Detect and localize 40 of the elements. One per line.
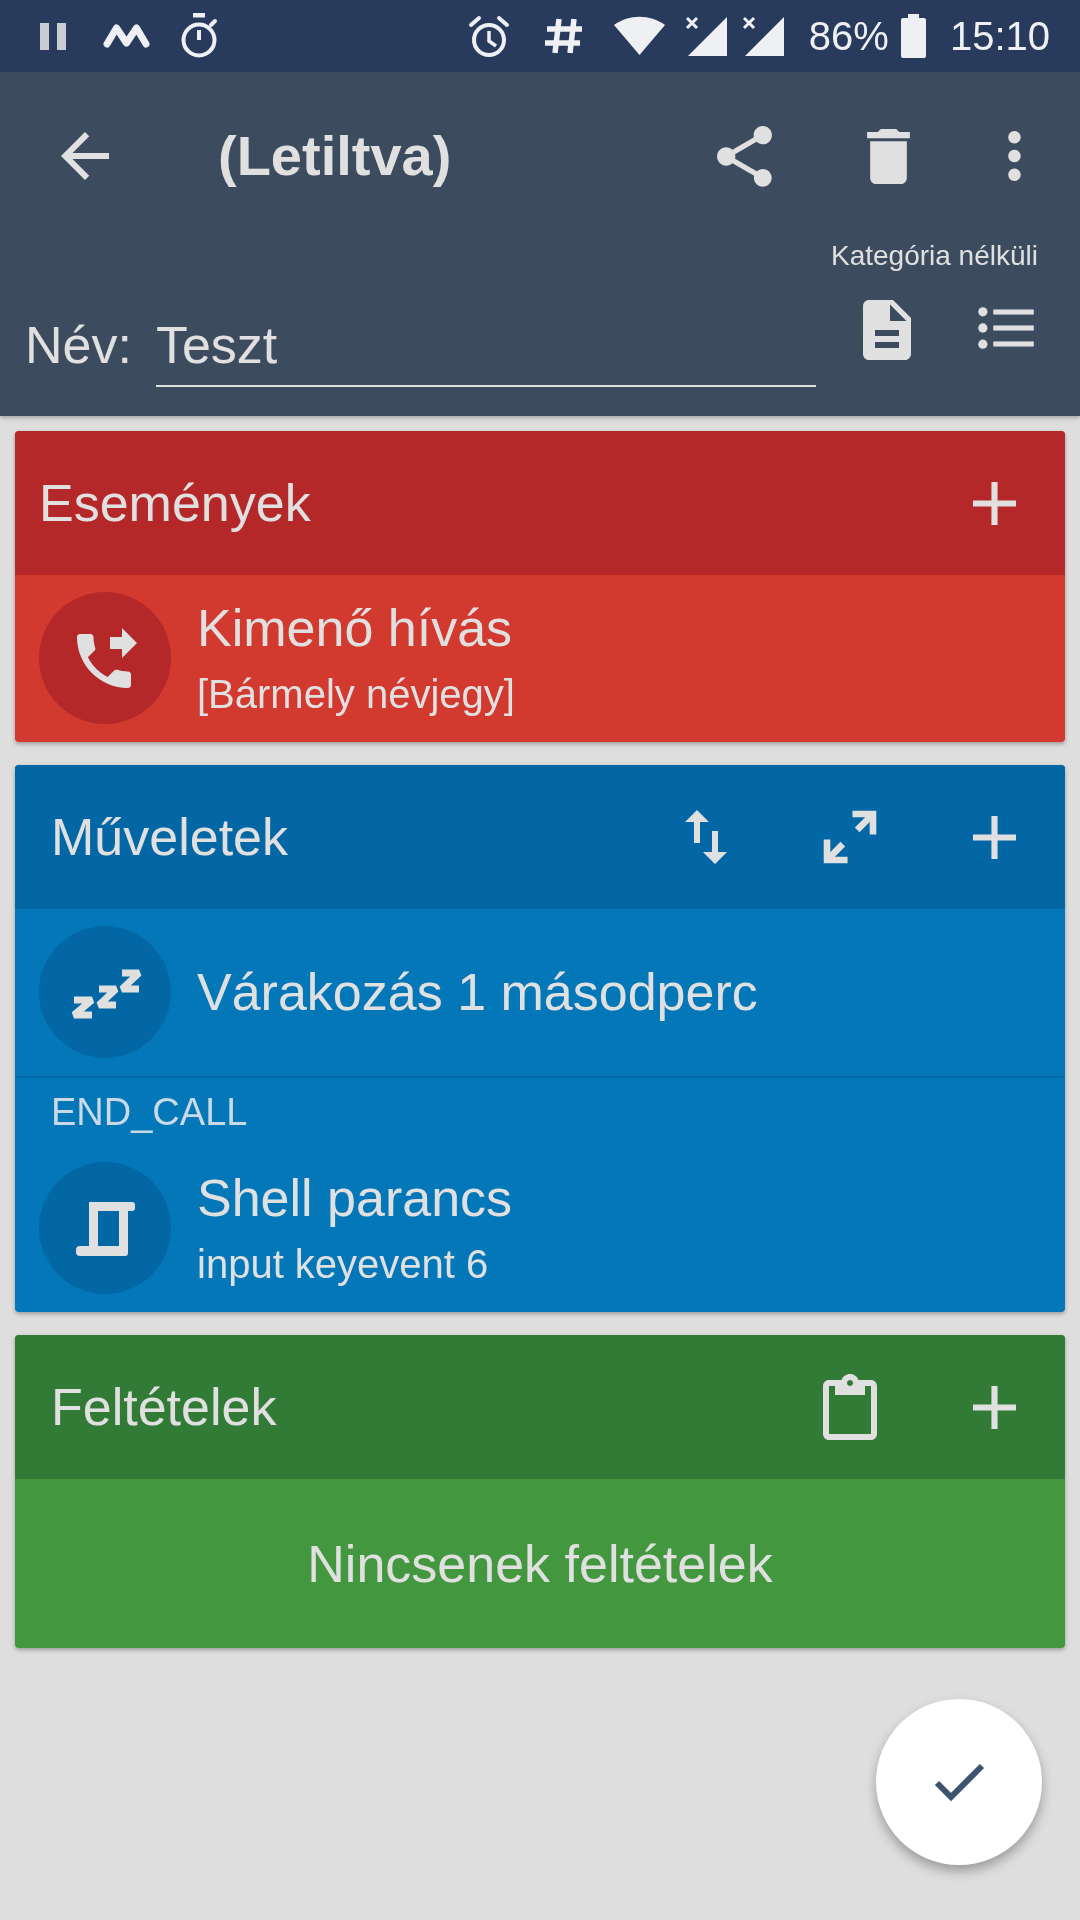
name-label: Név: bbox=[25, 315, 132, 375]
plus-icon bbox=[972, 1385, 1016, 1429]
wifi-icon bbox=[612, 16, 666, 56]
pause-icon bbox=[40, 22, 66, 50]
battery-percent: 86% bbox=[808, 13, 889, 59]
list-icon bbox=[977, 306, 1034, 350]
hash-icon bbox=[542, 17, 584, 55]
left-arrow-icon bbox=[61, 132, 109, 180]
section-title: Műveletek bbox=[51, 807, 289, 867]
item-title: Kimenő hívás bbox=[197, 597, 513, 658]
up-down-arrows-icon bbox=[685, 810, 727, 864]
item-title: Várakozás 1 másodperc bbox=[197, 962, 758, 1022]
category-label: Kategória nélküli bbox=[830, 240, 1038, 272]
item-subtitle: [Bármely névjegy] bbox=[197, 670, 515, 718]
check-icon bbox=[933, 1762, 985, 1802]
stopwatch-icon bbox=[179, 13, 219, 59]
item-title: Shell parancs bbox=[197, 1167, 513, 1228]
screen-title: (Letiltva) bbox=[218, 124, 452, 188]
empty-message: Nincsenek feltételek bbox=[307, 1533, 773, 1594]
share-icon bbox=[717, 125, 772, 187]
zigzag-icon bbox=[103, 24, 150, 48]
section-title: Események bbox=[39, 473, 312, 533]
sleep-icon bbox=[39, 926, 171, 1058]
trash-icon bbox=[867, 128, 910, 184]
item-label: END_CALL bbox=[50, 1090, 249, 1135]
clock-time: 15:10 bbox=[949, 13, 1050, 59]
signal-icon bbox=[741, 16, 784, 56]
plus-icon bbox=[972, 815, 1016, 859]
more-icon bbox=[1008, 131, 1021, 181]
signal-icon bbox=[684, 16, 727, 56]
document-icon bbox=[862, 300, 911, 360]
plus-icon bbox=[972, 481, 1016, 525]
alarm-clock-icon bbox=[467, 14, 510, 58]
diagonal-arrows-icon bbox=[823, 810, 877, 864]
name-field[interactable]: Teszt bbox=[155, 305, 816, 387]
item-subtitle: input keyevent 6 bbox=[197, 1240, 489, 1288]
battery-icon bbox=[900, 14, 926, 58]
scroll-icon bbox=[39, 1162, 171, 1294]
clipboard-icon bbox=[823, 1374, 877, 1440]
section-title: Feltételek bbox=[51, 1377, 278, 1437]
